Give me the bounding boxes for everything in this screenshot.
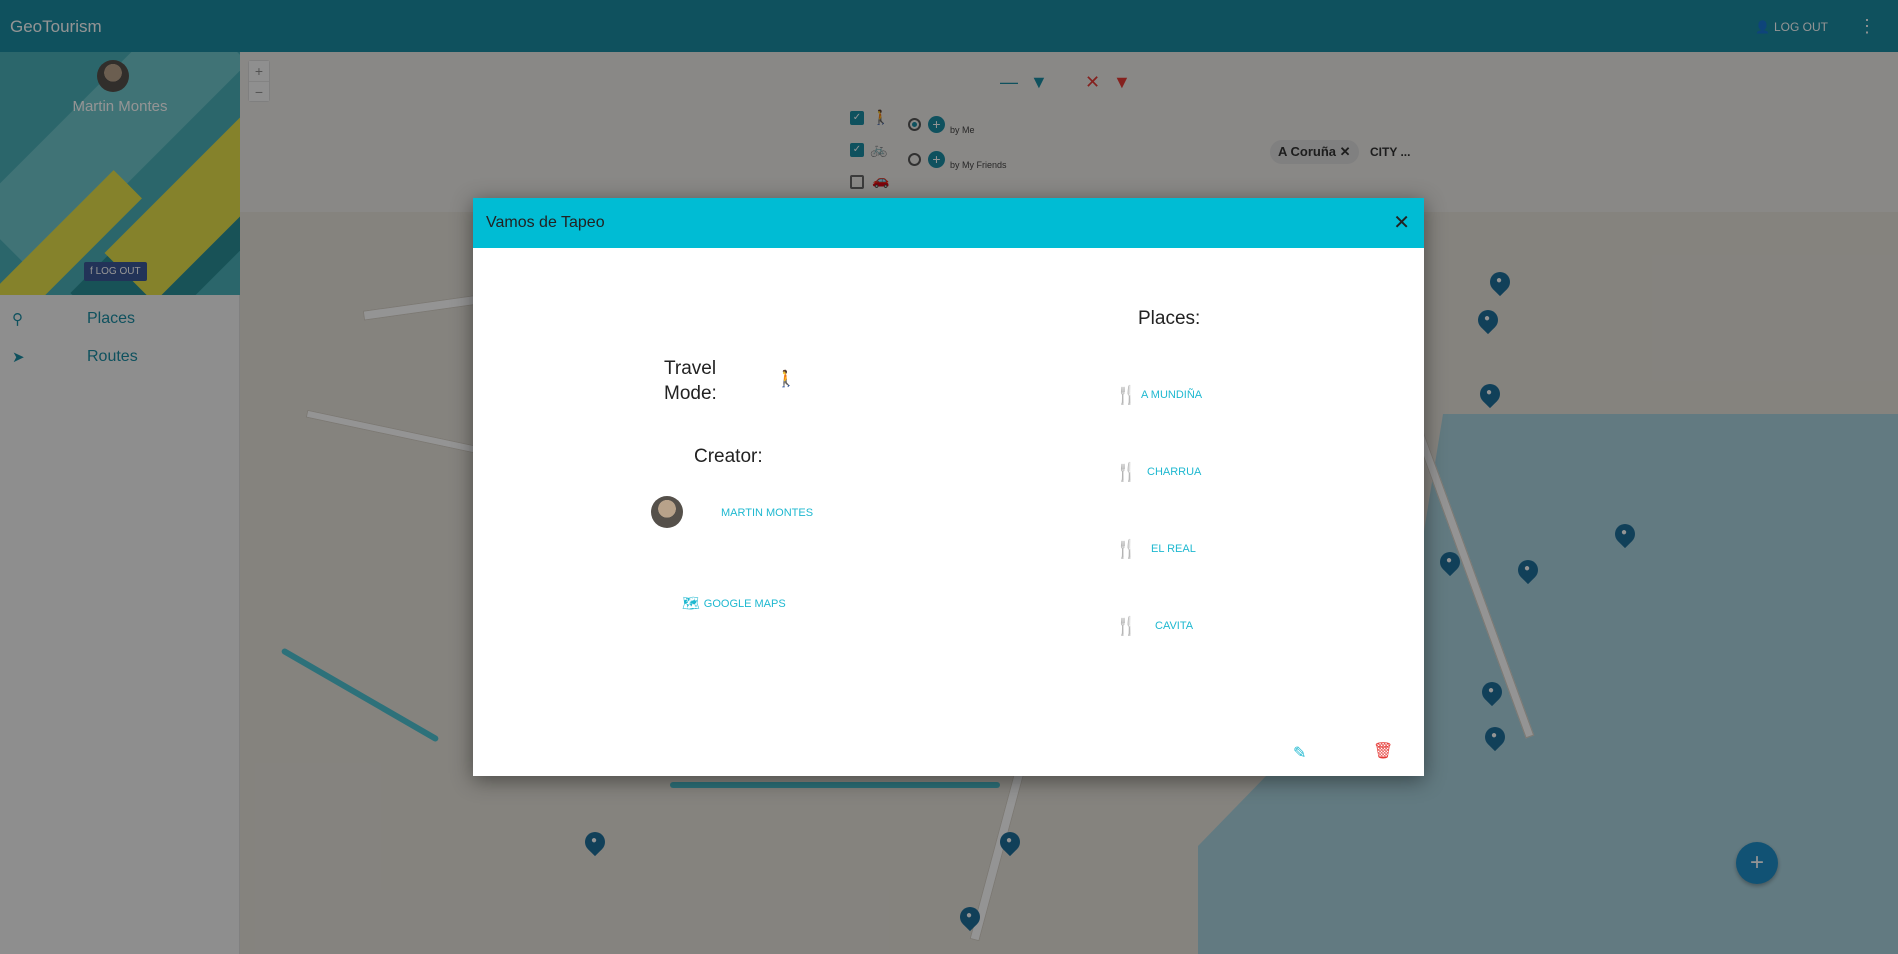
restaurant-icon: 🍴 [1115, 384, 1138, 405]
edit-button[interactable]: ✎ [1293, 743, 1306, 763]
restaurant-icon: 🍴 [1115, 615, 1138, 636]
place-item[interactable]: 🍴 EL REAL [1115, 537, 1196, 561]
delete-button[interactable]: 🗑 [1373, 741, 1393, 761]
place-name[interactable]: CAVITA [1155, 620, 1193, 632]
place-name[interactable]: CHARRUA [1147, 466, 1201, 478]
place-name[interactable]: A MUNDIÑA [1141, 389, 1202, 401]
restaurant-icon: 🍴 [1115, 538, 1138, 559]
place-item[interactable]: 🍴 A MUNDIÑA [1115, 383, 1202, 407]
place-name[interactable]: EL REAL [1151, 543, 1196, 555]
creator-label: Creator: [694, 446, 763, 467]
google-maps-link[interactable]: 🗺 GOOGLE MAPS [682, 595, 786, 612]
places-label: Places: [1138, 308, 1201, 329]
dialog-title: Vamos de Tapeo [486, 214, 605, 231]
map-icon: 🗺 [682, 595, 700, 611]
place-item[interactable]: 🍴 CAVITA [1115, 614, 1193, 638]
close-button[interactable]: ✕ [1393, 210, 1410, 235]
route-detail-dialog: Vamos de Tapeo ✕ Travel Mode: 🚶 Creator:… [473, 198, 1424, 776]
dialog-header: Vamos de Tapeo ✕ [473, 198, 1424, 248]
restaurant-icon: 🍴 [1115, 461, 1138, 482]
google-maps-label: GOOGLE MAPS [703, 597, 786, 610]
trash-icon: 🗑 [1373, 743, 1394, 760]
walking-icon: 🚶 [776, 371, 796, 388]
place-item[interactable]: 🍴 CHARRUA [1115, 460, 1201, 484]
pencil-icon: ✎ [1293, 745, 1307, 762]
creator-avatar [651, 496, 683, 528]
travel-mode-label: Travel Mode: [664, 358, 717, 404]
creator-link[interactable]: MARTIN MONTES [721, 507, 813, 519]
